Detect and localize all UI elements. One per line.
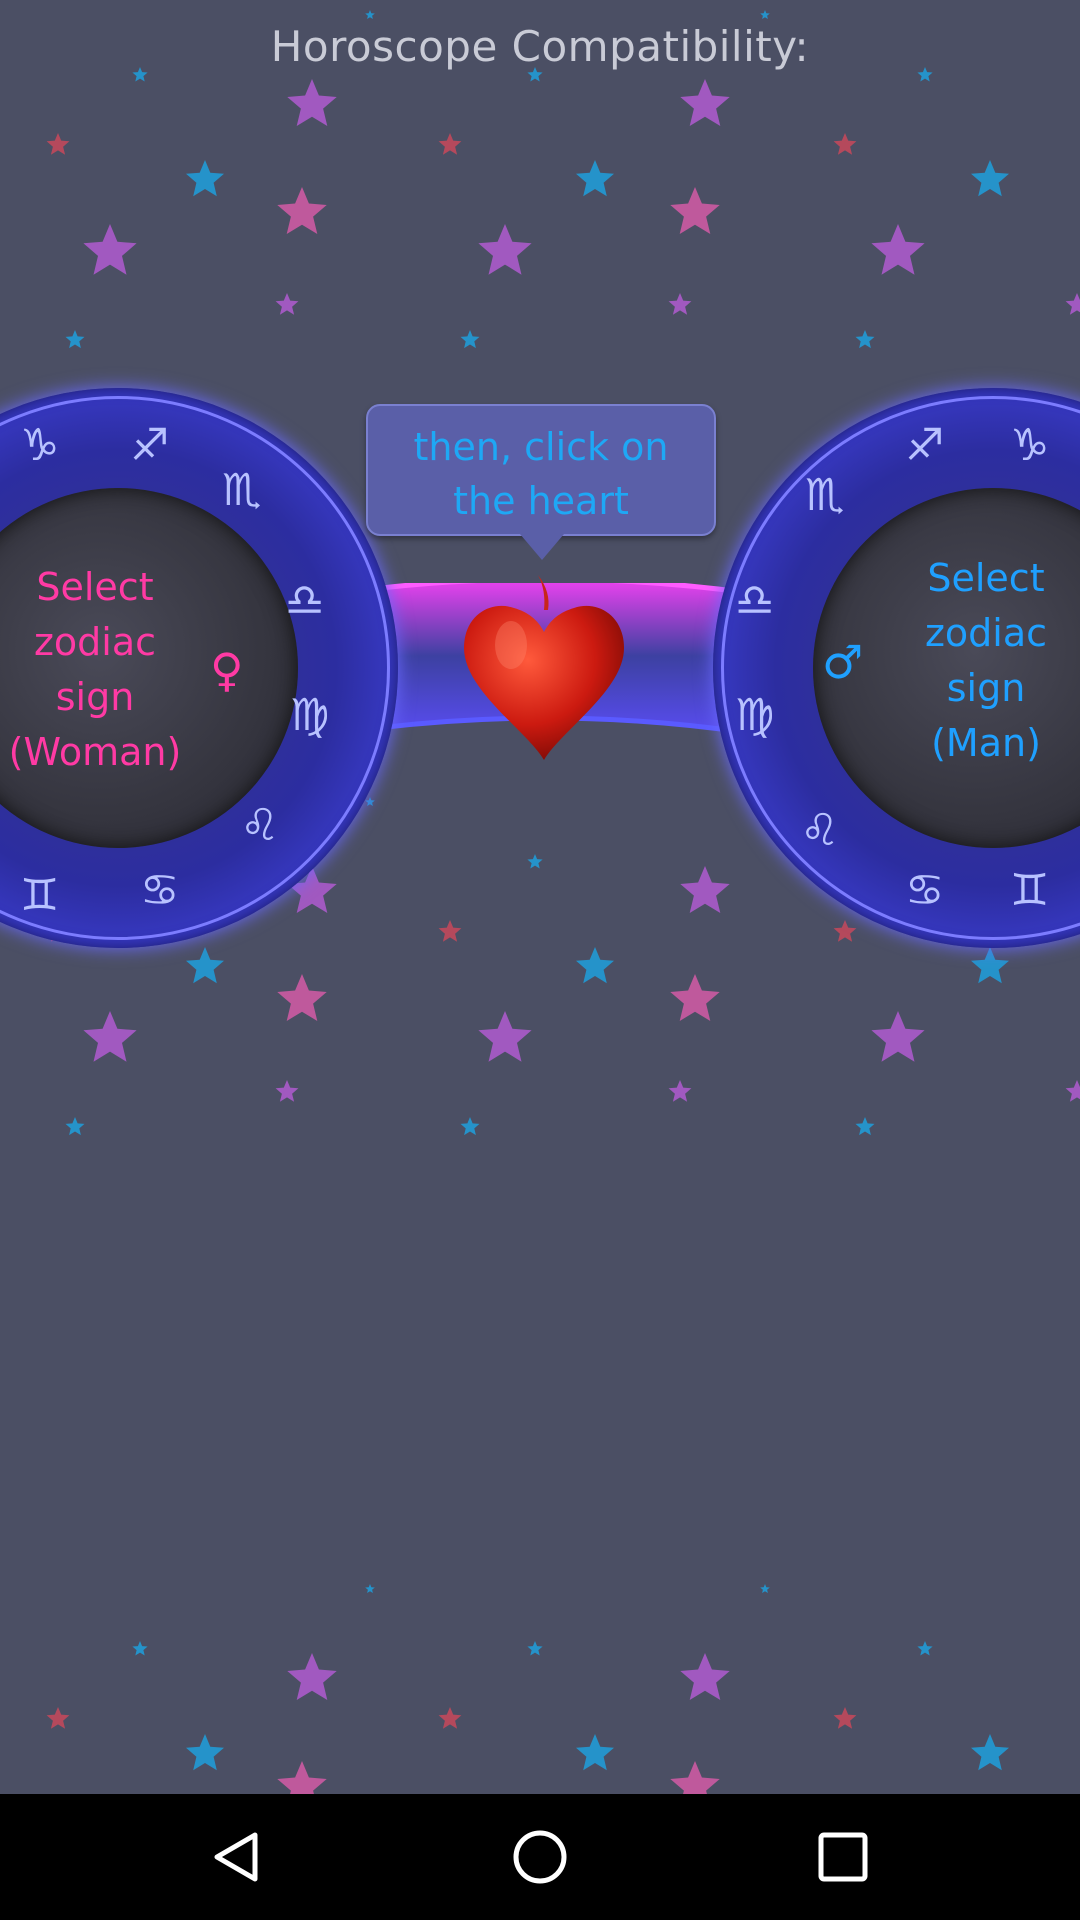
libra-icon: ♎	[285, 575, 325, 626]
background-star	[277, 1761, 327, 1794]
background-star	[83, 224, 137, 275]
background-star	[46, 133, 70, 155]
background-star	[438, 133, 462, 155]
background-star	[833, 1707, 857, 1729]
background-star	[478, 224, 532, 275]
background-star	[277, 974, 327, 1021]
man-sign-label[interactable]: Select zodiac sign (Man)	[878, 551, 1080, 771]
page-title: Horoscope Compatibility:	[270, 22, 810, 71]
recent-apps-square-icon[interactable]	[813, 1827, 873, 1887]
background-star	[576, 947, 614, 984]
background-star	[680, 866, 730, 913]
background-star	[855, 1117, 875, 1136]
background-star	[680, 1653, 730, 1700]
background-star	[871, 224, 925, 275]
background-star	[971, 160, 1009, 197]
background-star	[680, 79, 730, 126]
hint-text: then, click on the heart	[413, 425, 669, 523]
background-star	[670, 1761, 720, 1794]
background-star	[971, 947, 1009, 984]
background-star	[65, 1117, 85, 1136]
capricorn-icon: ♑	[20, 420, 60, 471]
background-star	[670, 187, 720, 234]
background-star	[670, 974, 720, 1021]
background-star	[438, 1707, 462, 1729]
background-star	[855, 330, 875, 349]
woman-sign-label[interactable]: Select zodiac sign (Woman)	[0, 560, 202, 780]
home-circle-icon[interactable]	[510, 1827, 570, 1887]
background-star	[460, 1117, 480, 1136]
background-star	[668, 293, 692, 315]
background-star	[132, 1641, 148, 1656]
mars-icon: ♂	[822, 635, 864, 689]
leo-icon: ♌	[800, 805, 840, 856]
background-star	[460, 330, 480, 349]
capricorn-icon: ♑	[1010, 420, 1050, 471]
cancer-icon: ♋	[905, 865, 945, 916]
sagittarius-icon: ♐	[905, 420, 945, 471]
background-star	[186, 160, 224, 197]
background-star	[668, 1080, 692, 1102]
scorpio-icon: ♏	[222, 465, 262, 516]
background-star	[576, 160, 614, 197]
background-star	[277, 187, 327, 234]
background-star	[83, 1011, 137, 1062]
background-star	[833, 133, 857, 155]
background-star	[833, 920, 857, 942]
background-star	[186, 947, 224, 984]
background-star	[65, 330, 85, 349]
heart-icon[interactable]	[456, 570, 631, 770]
libra-icon: ♎	[735, 575, 775, 626]
system-navigation-bar	[0, 1794, 1080, 1920]
sagittarius-icon: ♐	[130, 420, 170, 471]
background-star	[186, 1734, 224, 1771]
back-triangle-icon[interactable]	[207, 1827, 267, 1887]
cancer-icon: ♋	[140, 865, 180, 916]
background-star	[1065, 1080, 1080, 1102]
background-star	[438, 920, 462, 942]
background-star	[917, 1641, 933, 1656]
background-star	[527, 1641, 543, 1656]
background-star	[760, 1584, 770, 1593]
app-screen: Horoscope Compatibility: ♐ ♏ ♎ ♍ ♌ ♋ ♑ ♊…	[0, 0, 1080, 1794]
scorpio-icon: ♏	[805, 470, 845, 521]
background-star	[760, 10, 770, 19]
leo-icon: ♌	[240, 800, 280, 851]
background-star	[576, 1734, 614, 1771]
background-star	[527, 854, 543, 869]
background-star	[365, 797, 375, 806]
gemini-icon: ♊	[20, 870, 60, 921]
background-star	[275, 293, 299, 315]
venus-icon: ♀	[210, 643, 244, 697]
background-star	[1065, 293, 1080, 315]
background-star	[971, 1734, 1009, 1771]
background-star	[275, 1080, 299, 1102]
background-star	[478, 1011, 532, 1062]
background-star	[871, 1011, 925, 1062]
background-star	[287, 1653, 337, 1700]
virgo-icon: ♍	[290, 690, 330, 741]
background-star	[365, 10, 375, 19]
background-star	[365, 1584, 375, 1593]
background-star	[287, 79, 337, 126]
hint-bubble-tail	[520, 534, 564, 560]
background-star	[46, 1707, 70, 1729]
gemini-icon: ♊	[1010, 865, 1050, 916]
virgo-icon: ♍	[735, 690, 775, 741]
